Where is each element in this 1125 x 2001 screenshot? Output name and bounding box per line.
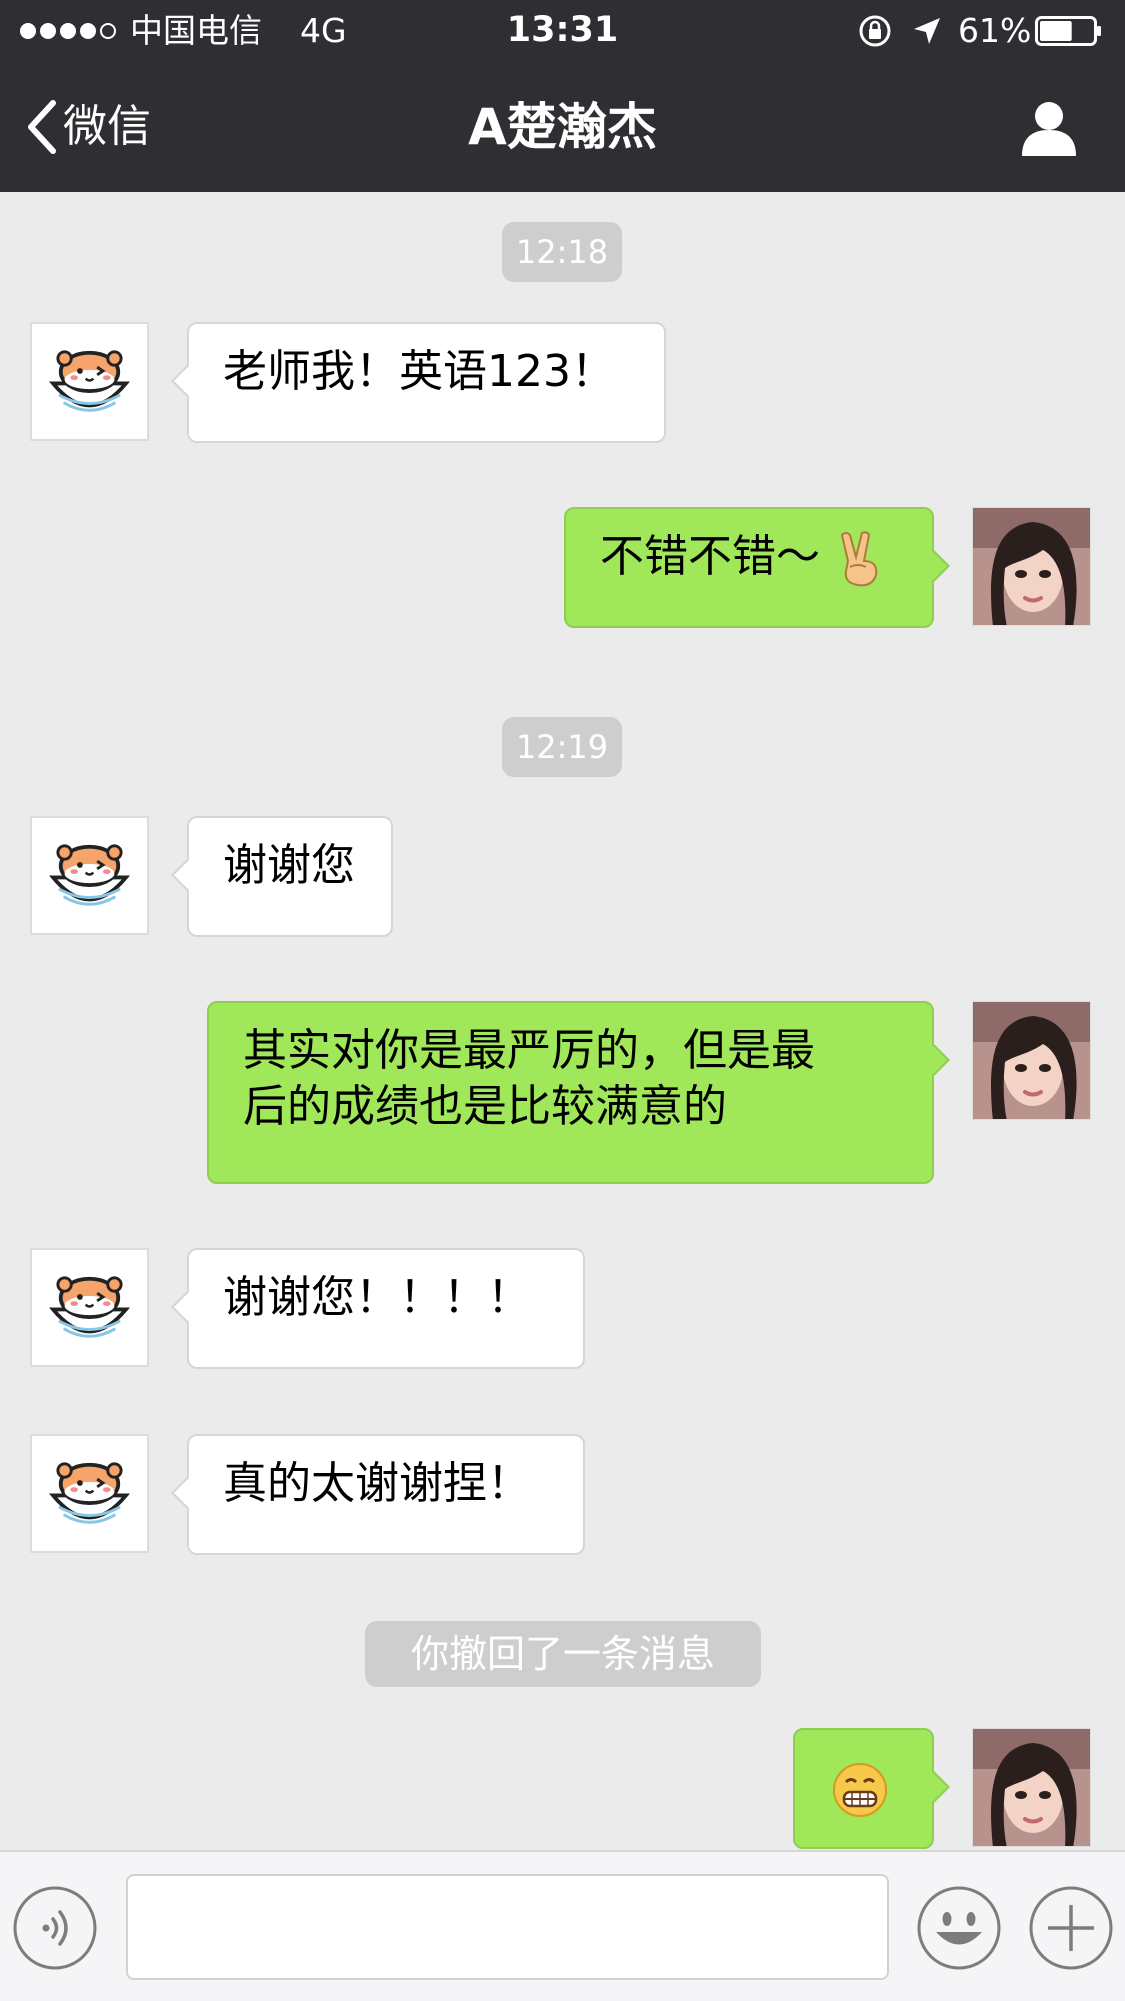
timestamp: 12:18 — [502, 222, 622, 282]
user-photo-avatar — [973, 1002, 1090, 1119]
status-bar: 中国电信 4G 13:31 61% — [0, 0, 1125, 62]
status-time: 13:31 — [506, 10, 619, 50]
orientation-lock-icon — [859, 15, 891, 47]
message-bubble-received[interactable]: 谢谢您！！！！ — [171, 1248, 585, 1369]
grin-emoji — [833, 1763, 887, 1817]
contact-avatar[interactable] — [30, 322, 149, 441]
message-bubble-sent[interactable]: 其实对你是最严厉的，但是最 后的成绩也是比较满意的 — [207, 1001, 950, 1184]
hamster-avatar-icon — [51, 1275, 128, 1339]
navigation-bar: 微信 A楚瀚杰 — [0, 62, 1125, 192]
message-text: 谢谢您 — [223, 840, 355, 891]
profile-icon[interactable] — [1018, 98, 1080, 158]
message-text: 不错不错～ — [600, 531, 820, 582]
message-text-line: 后的成绩也是比较满意的 — [243, 1081, 727, 1132]
my-avatar[interactable] — [972, 1728, 1091, 1847]
input-bar — [0, 1850, 1125, 2001]
my-avatar[interactable] — [972, 507, 1091, 626]
emoji-icon[interactable] — [916, 1885, 1002, 1971]
message-text: 真的太谢谢捏！ — [223, 1458, 531, 1509]
message-bubble-received[interactable]: 真的太谢谢捏！ — [171, 1434, 585, 1555]
user-photo-avatar — [973, 1729, 1090, 1846]
message-input[interactable] — [126, 1874, 889, 1980]
contact-avatar[interactable] — [30, 816, 149, 935]
hamster-avatar-icon — [51, 349, 128, 413]
contact-avatar[interactable] — [30, 1434, 149, 1553]
message-text-line: 其实对你是最严厉的，但是最 — [243, 1025, 815, 1076]
my-avatar[interactable] — [972, 1001, 1091, 1120]
hamster-avatar-icon — [51, 1461, 128, 1525]
top-bar: 中国电信 4G 13:31 61% 微信 A楚瀚杰 — [0, 0, 1125, 192]
message-bubble-sent[interactable]: 不错不错～ — [564, 507, 950, 628]
timestamp: 12:19 — [502, 717, 622, 777]
recall-notice: 你撤回了一条消息 — [365, 1621, 761, 1687]
chat-title: A楚瀚杰 — [468, 98, 657, 156]
hamster-avatar-icon — [51, 843, 128, 907]
message-text: 老师我！英语123！ — [223, 346, 615, 397]
message-bubble-received[interactable]: 老师我！英语123！ — [171, 322, 666, 443]
user-photo-avatar — [973, 508, 1090, 625]
plus-icon[interactable] — [1028, 1885, 1114, 1971]
voice-icon[interactable] — [12, 1885, 98, 1971]
message-bubble-sent[interactable] — [793, 1728, 950, 1849]
victory-hand-emoji — [840, 531, 878, 587]
location-icon — [914, 18, 940, 44]
battery-percent: 61% — [958, 11, 1032, 50]
message-text: 谢谢您！！！！ — [223, 1272, 531, 1323]
message-bubble-received[interactable]: 谢谢您 — [171, 816, 393, 937]
battery-icon — [1035, 16, 1101, 46]
contact-avatar[interactable] — [30, 1248, 149, 1367]
